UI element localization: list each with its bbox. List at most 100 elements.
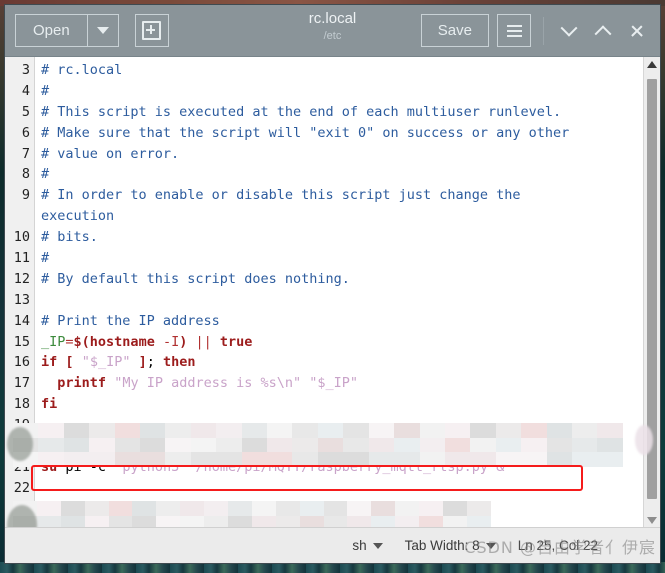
code-token: true — [219, 333, 253, 350]
code-token: # — [41, 82, 50, 99]
code-line: su pi -c "python3 /home/pi/MQTT/raspberr… — [41, 457, 643, 478]
code-token: "My IP address is %s\n" — [114, 375, 302, 392]
line-number: 18 — [13, 396, 30, 413]
chevron-down-icon — [560, 19, 578, 37]
code-line: # value on error. — [41, 144, 643, 165]
line-number: 22 — [13, 479, 30, 496]
line-number: 3 — [21, 62, 30, 78]
chevron-down-icon — [372, 542, 383, 549]
code-token: pi — [57, 458, 90, 475]
code-token: _IP — [41, 333, 66, 350]
language-selector[interactable]: sh — [352, 538, 383, 553]
code-line: # Print the IP address — [41, 311, 643, 332]
save-button[interactable]: Save — [420, 14, 489, 47]
chevron-down-icon — [96, 27, 109, 34]
code-token: # bits. — [41, 229, 98, 246]
scroll-up-button[interactable] — [644, 57, 660, 71]
open-dropdown-button[interactable] — [86, 14, 119, 47]
tab-width-label: Tab Width: 8 — [404, 538, 480, 553]
chevron-down-icon — [485, 542, 496, 549]
code-token: -I — [162, 333, 180, 350]
code-line: fi — [41, 394, 643, 415]
close-x-icon — [630, 24, 644, 38]
new-document-button[interactable] — [134, 14, 169, 47]
code-token: su — [41, 458, 58, 475]
code-line: # — [41, 248, 643, 269]
code-line: # bits. — [41, 227, 643, 248]
censor-blur-blob — [7, 427, 33, 461]
code-token: printf — [57, 375, 107, 392]
line-number — [10, 206, 30, 227]
header-bar: Open rc.local /etc Save — [5, 5, 660, 57]
minimize-button[interactable] — [556, 18, 582, 44]
censor-blur-blob — [635, 425, 653, 455]
close-button[interactable] — [624, 18, 650, 44]
code-token: [ — [65, 354, 74, 371]
language-label: sh — [352, 538, 367, 553]
code-line: execution — [41, 206, 643, 227]
open-button-label: Open — [33, 22, 70, 39]
triangle-up-icon — [647, 60, 657, 68]
line-number: 11 — [13, 250, 30, 267]
code-line: _IP=$(hostname -I) || true — [41, 332, 643, 353]
code-token: # Print the IP address — [41, 312, 220, 329]
line-number: 6 — [21, 124, 30, 141]
line-number: 9 — [21, 187, 30, 204]
maximize-button[interactable] — [590, 18, 616, 44]
open-button[interactable]: Open — [15, 14, 87, 47]
line-number: 13 — [13, 291, 30, 308]
code-token: ; — [146, 354, 164, 371]
header-left-controls: Open — [15, 14, 169, 47]
code-token: "$_IP" — [309, 375, 359, 392]
code-line: # — [41, 164, 643, 185]
code-token: # This script is executed at the end of … — [41, 103, 562, 120]
line-number: 14 — [13, 312, 30, 329]
code-line: # Make sure that the script will "exit 0… — [41, 123, 643, 144]
code-token: # In order to enable or disable this scr… — [41, 187, 521, 204]
code-token: ] — [138, 354, 147, 371]
code-line: # In order to enable or disable this scr… — [41, 185, 643, 206]
open-button-group: Open — [15, 14, 119, 47]
code-editor[interactable]: 3456789101112131415161718192021222324252… — [5, 57, 643, 527]
text-editor-window: Open rc.local /etc Save 3 4 5 6 7 8 9 10… — [4, 4, 661, 564]
code-token: "$_IP" — [81, 354, 131, 371]
code-token: || — [195, 333, 212, 350]
code-token: # value on error. — [41, 145, 180, 162]
code-token: hostname — [89, 333, 155, 350]
menu-button[interactable] — [497, 14, 531, 47]
tab-width-selector[interactable]: Tab Width: 8 — [405, 538, 496, 553]
code-text[interactable]: # rc.local # # This script is executed at … — [35, 57, 643, 527]
line-number: 10 — [13, 229, 30, 246]
line-number: 7 — [21, 145, 30, 162]
vertical-scrollbar[interactable] — [643, 57, 660, 527]
code-token: -c — [89, 458, 107, 475]
scroll-down-button[interactable] — [644, 513, 660, 527]
code-token: $( — [73, 333, 90, 350]
line-number: 16 — [13, 354, 30, 371]
code-token: execution — [41, 208, 115, 225]
new-document-icon — [142, 21, 162, 40]
code-line: # rc.local — [41, 60, 643, 81]
code-token: # By default this script does nothing. — [41, 270, 350, 287]
chevron-up-icon — [594, 24, 612, 42]
header-right-controls: Save — [420, 14, 650, 47]
line-number: 5 — [21, 103, 30, 120]
header-divider — [543, 16, 544, 45]
cursor-position: Ln 25, Col 22 — [517, 538, 598, 553]
line-number: 12 — [13, 270, 30, 287]
code-token: # rc.local — [41, 62, 123, 78]
code-token: = — [65, 333, 74, 350]
status-bar: sh Tab Width: 8 Ln 25, Col 22 CSDN @自由学者… — [5, 527, 660, 563]
